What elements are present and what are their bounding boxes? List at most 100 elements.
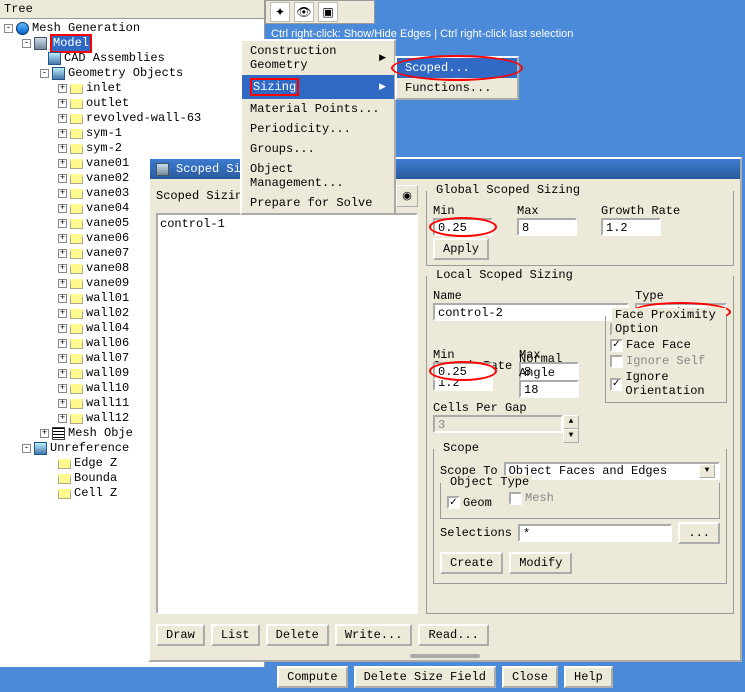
close-button[interactable]: Close (502, 666, 558, 688)
cube-icon (48, 52, 61, 65)
tree-item[interactable]: +sym-2 (0, 141, 264, 156)
tree-item[interactable]: + inlet (0, 81, 264, 96)
expand-icon[interactable]: + (58, 99, 67, 108)
menu-groups[interactable]: Groups... (242, 139, 394, 159)
expand-icon[interactable]: + (58, 264, 67, 273)
expand-icon[interactable]: + (58, 84, 67, 93)
global-gr-input[interactable]: 1.2 (601, 218, 661, 236)
tree-label: wall11 (86, 396, 129, 411)
tree-model[interactable]: -Model (0, 36, 264, 51)
collapse-icon[interactable]: - (4, 24, 13, 33)
help-button[interactable]: Help (564, 666, 613, 688)
dialog-titlebar[interactable]: Scoped Sizing (150, 159, 740, 179)
global-max-input[interactable]: 8 (517, 218, 577, 236)
max-label: Max (517, 204, 595, 218)
radio-icon[interactable]: ◉ (396, 185, 418, 207)
spinner-up-icon[interactable]: ▲ (563, 415, 579, 429)
group-legend: Local Scoped Sizing (433, 268, 576, 282)
app-icon (156, 163, 169, 176)
menu-prepare-for-solve[interactable]: Prepare for Solve (242, 193, 394, 213)
expand-icon[interactable]: + (58, 354, 67, 363)
spinner-down-icon[interactable]: ▼ (563, 429, 579, 443)
tree-item[interactable]: +outlet (0, 96, 264, 111)
expand-icon[interactable]: + (40, 429, 49, 438)
tree-item[interactable]: + revolved-wall-63 (0, 111, 264, 126)
menu-periodicity[interactable]: Periodicity... (242, 119, 394, 139)
tree-label: revolved-wall-63 (86, 111, 201, 126)
ignore-self-check[interactable]: Ignore Self (610, 354, 722, 368)
menu-construction-geometry[interactable]: Construction Geometry▶ (242, 41, 394, 75)
read-button[interactable]: Read... (418, 624, 488, 646)
local-min-input[interactable]: 0.25 (433, 362, 493, 380)
tree-label: vane02 (86, 171, 129, 186)
tree-label: wall07 (86, 351, 129, 366)
mesh-check[interactable]: Mesh (509, 491, 554, 505)
expand-icon[interactable]: + (58, 414, 67, 423)
collapse-icon[interactable]: - (22, 444, 31, 453)
tree-label: wall10 (86, 381, 129, 396)
expand-icon[interactable]: + (58, 249, 67, 258)
selections-label: Selections (440, 526, 512, 540)
geom-check[interactable]: Geom (447, 496, 492, 510)
expand-icon[interactable]: + (58, 369, 67, 378)
global-min-input[interactable]: 0.25 (433, 218, 493, 236)
collapse-icon[interactable]: - (40, 69, 49, 78)
menu-scoped[interactable]: Scoped... (397, 58, 517, 78)
expand-icon[interactable]: + (58, 144, 67, 153)
expand-icon[interactable]: + (58, 189, 67, 198)
expand-icon[interactable]: + (58, 219, 67, 228)
delete-button[interactable]: Delete (266, 624, 329, 646)
sizing-list[interactable]: control-1 (156, 213, 418, 614)
folder-icon (70, 114, 83, 124)
menu-object-management[interactable]: Object Management... (242, 159, 394, 193)
eye-icon[interactable]: 👁 (294, 2, 314, 22)
expand-icon[interactable]: + (58, 309, 67, 318)
expand-icon[interactable]: + (58, 324, 67, 333)
tree-geom[interactable]: -Geometry Objects (0, 66, 264, 81)
expand-icon[interactable]: + (58, 159, 67, 168)
expand-icon[interactable]: + (58, 204, 67, 213)
menu-material-points[interactable]: Material Points... (242, 99, 394, 119)
resize-grip[interactable] (410, 654, 480, 658)
tree-label: inlet (86, 81, 122, 96)
browse-button[interactable]: ... (678, 522, 720, 544)
expand-icon[interactable]: + (58, 294, 67, 303)
axes-icon[interactable]: ✦ (270, 2, 290, 22)
modify-button[interactable]: Modify (509, 552, 572, 574)
tree-label: CAD Assemblies (64, 51, 165, 66)
write-button[interactable]: Write... (335, 624, 413, 646)
expand-icon[interactable]: + (58, 114, 67, 123)
cube-view-icon[interactable]: ▣ (318, 2, 338, 22)
tree-cad[interactable]: CAD Assemblies (0, 51, 264, 66)
expand-icon[interactable]: + (58, 234, 67, 243)
tree-item[interactable]: +sym-1 (0, 126, 264, 141)
scope-to-select[interactable]: Object Faces and Edges▼ (504, 462, 720, 480)
name-input[interactable]: control-2 (433, 303, 629, 321)
tree-label: wall04 (86, 321, 129, 336)
menu-functions[interactable]: Functions... (397, 78, 517, 98)
ignore-orient-check[interactable]: Ignore Orientation (610, 370, 722, 398)
group-legend: Scope (440, 441, 482, 455)
apply-button[interactable]: Apply (433, 238, 489, 260)
expand-icon[interactable]: + (58, 399, 67, 408)
expand-icon[interactable]: + (58, 279, 67, 288)
draw-button[interactable]: Draw (156, 624, 205, 646)
folder-icon (70, 129, 83, 139)
compute-button[interactable]: Compute (277, 666, 347, 688)
expand-icon[interactable]: + (58, 129, 67, 138)
delete-size-field-button[interactable]: Delete Size Field (354, 666, 496, 688)
chevron-down-icon[interactable]: ▼ (699, 464, 715, 478)
selections-input[interactable]: * (518, 524, 672, 542)
expand-icon[interactable]: + (58, 174, 67, 183)
menu-sizing[interactable]: Sizing▶ (242, 75, 394, 99)
list-button[interactable]: List (211, 624, 260, 646)
create-button[interactable]: Create (440, 552, 503, 574)
expand-icon[interactable]: + (58, 384, 67, 393)
list-item[interactable]: control-1 (160, 217, 414, 231)
tree-root[interactable]: -Mesh Generation (0, 21, 264, 36)
normal-angle-input[interactable]: 18 (519, 380, 579, 398)
cpg-label: Cells Per Gap (433, 401, 579, 415)
collapse-icon[interactable]: - (22, 39, 31, 48)
expand-icon[interactable]: + (58, 339, 67, 348)
face-face-check[interactable]: Face Face (610, 338, 722, 352)
